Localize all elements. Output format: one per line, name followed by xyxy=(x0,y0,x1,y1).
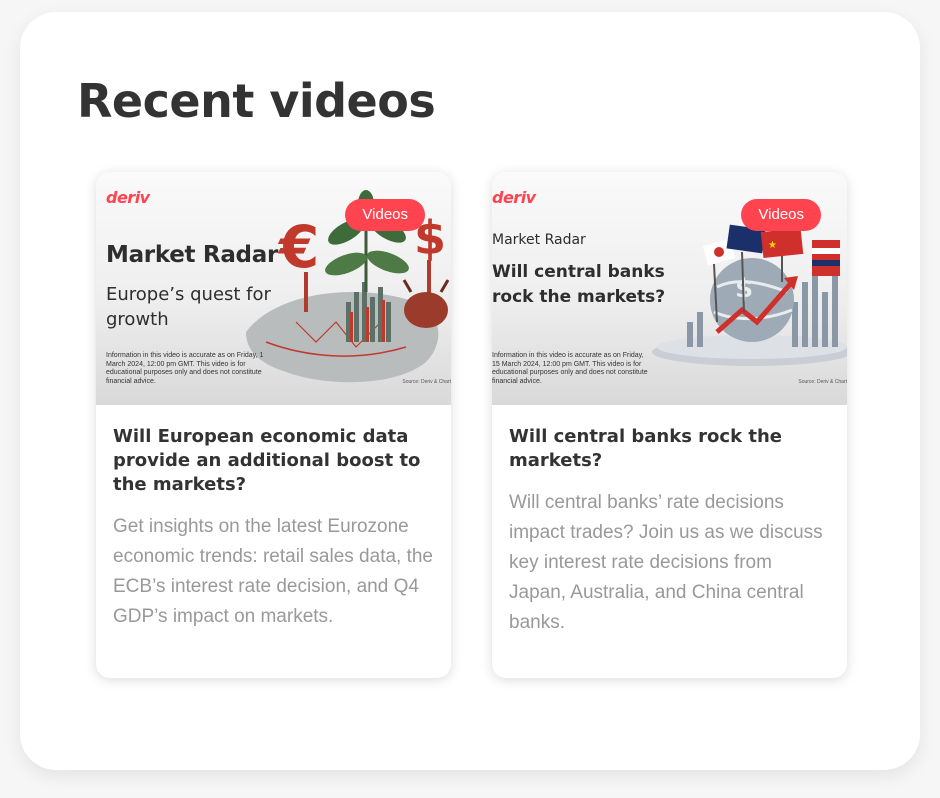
section-title: Recent videos xyxy=(77,74,436,128)
thumbnail-kicker: Market Radar xyxy=(106,242,278,268)
card-title[interactable]: Will European economic data provide an a… xyxy=(113,425,434,497)
card-title[interactable]: Will central banks rock the markets? xyxy=(509,425,830,473)
recent-videos-panel: Recent videos € $ deriv Videos Market Ra… xyxy=(20,12,920,770)
thumbnail-headline: Europe’s quest for growth xyxy=(106,284,271,330)
card-description: Will central banks’ rate decisions impac… xyxy=(509,492,823,633)
thumbnail-kicker: Market Radar xyxy=(492,232,586,248)
video-thumbnail[interactable]: € $ deriv Videos Market Radar Europe’s q… xyxy=(96,172,451,405)
card-body: Will central banks rock the markets? Wil… xyxy=(492,405,847,638)
thumbnail-source: Source: Deriv & Chart xyxy=(402,379,451,385)
deriv-logo: deriv xyxy=(106,188,150,207)
card-body: Will European economic data provide an a… xyxy=(96,405,451,632)
card-description: Get insights on the latest Eurozone econ… xyxy=(113,516,434,627)
video-card[interactable]: € $ deriv Videos Market Radar Europe’s q… xyxy=(96,172,451,678)
deriv-logo: deriv xyxy=(492,188,536,207)
videos-badge: Videos xyxy=(345,199,425,231)
svg-text:★: ★ xyxy=(768,240,777,251)
svg-text:€: € xyxy=(277,213,319,281)
thumbnail-disclaimer: Information in this video is accurate as… xyxy=(106,352,264,385)
video-thumbnail[interactable]: $ ★ deriv Videos Market Radar Will centr… xyxy=(492,172,847,405)
video-card[interactable]: $ ★ deriv Videos Market Radar Will centr… xyxy=(492,172,847,678)
thumbnail-source: Source: Deriv & Chart xyxy=(798,379,847,385)
thumbnail-headline: Will central banks rock the markets? xyxy=(492,262,666,307)
videos-badge: Videos xyxy=(741,199,821,231)
thumbnail-disclaimer: Information in this video is accurate as… xyxy=(492,352,648,385)
